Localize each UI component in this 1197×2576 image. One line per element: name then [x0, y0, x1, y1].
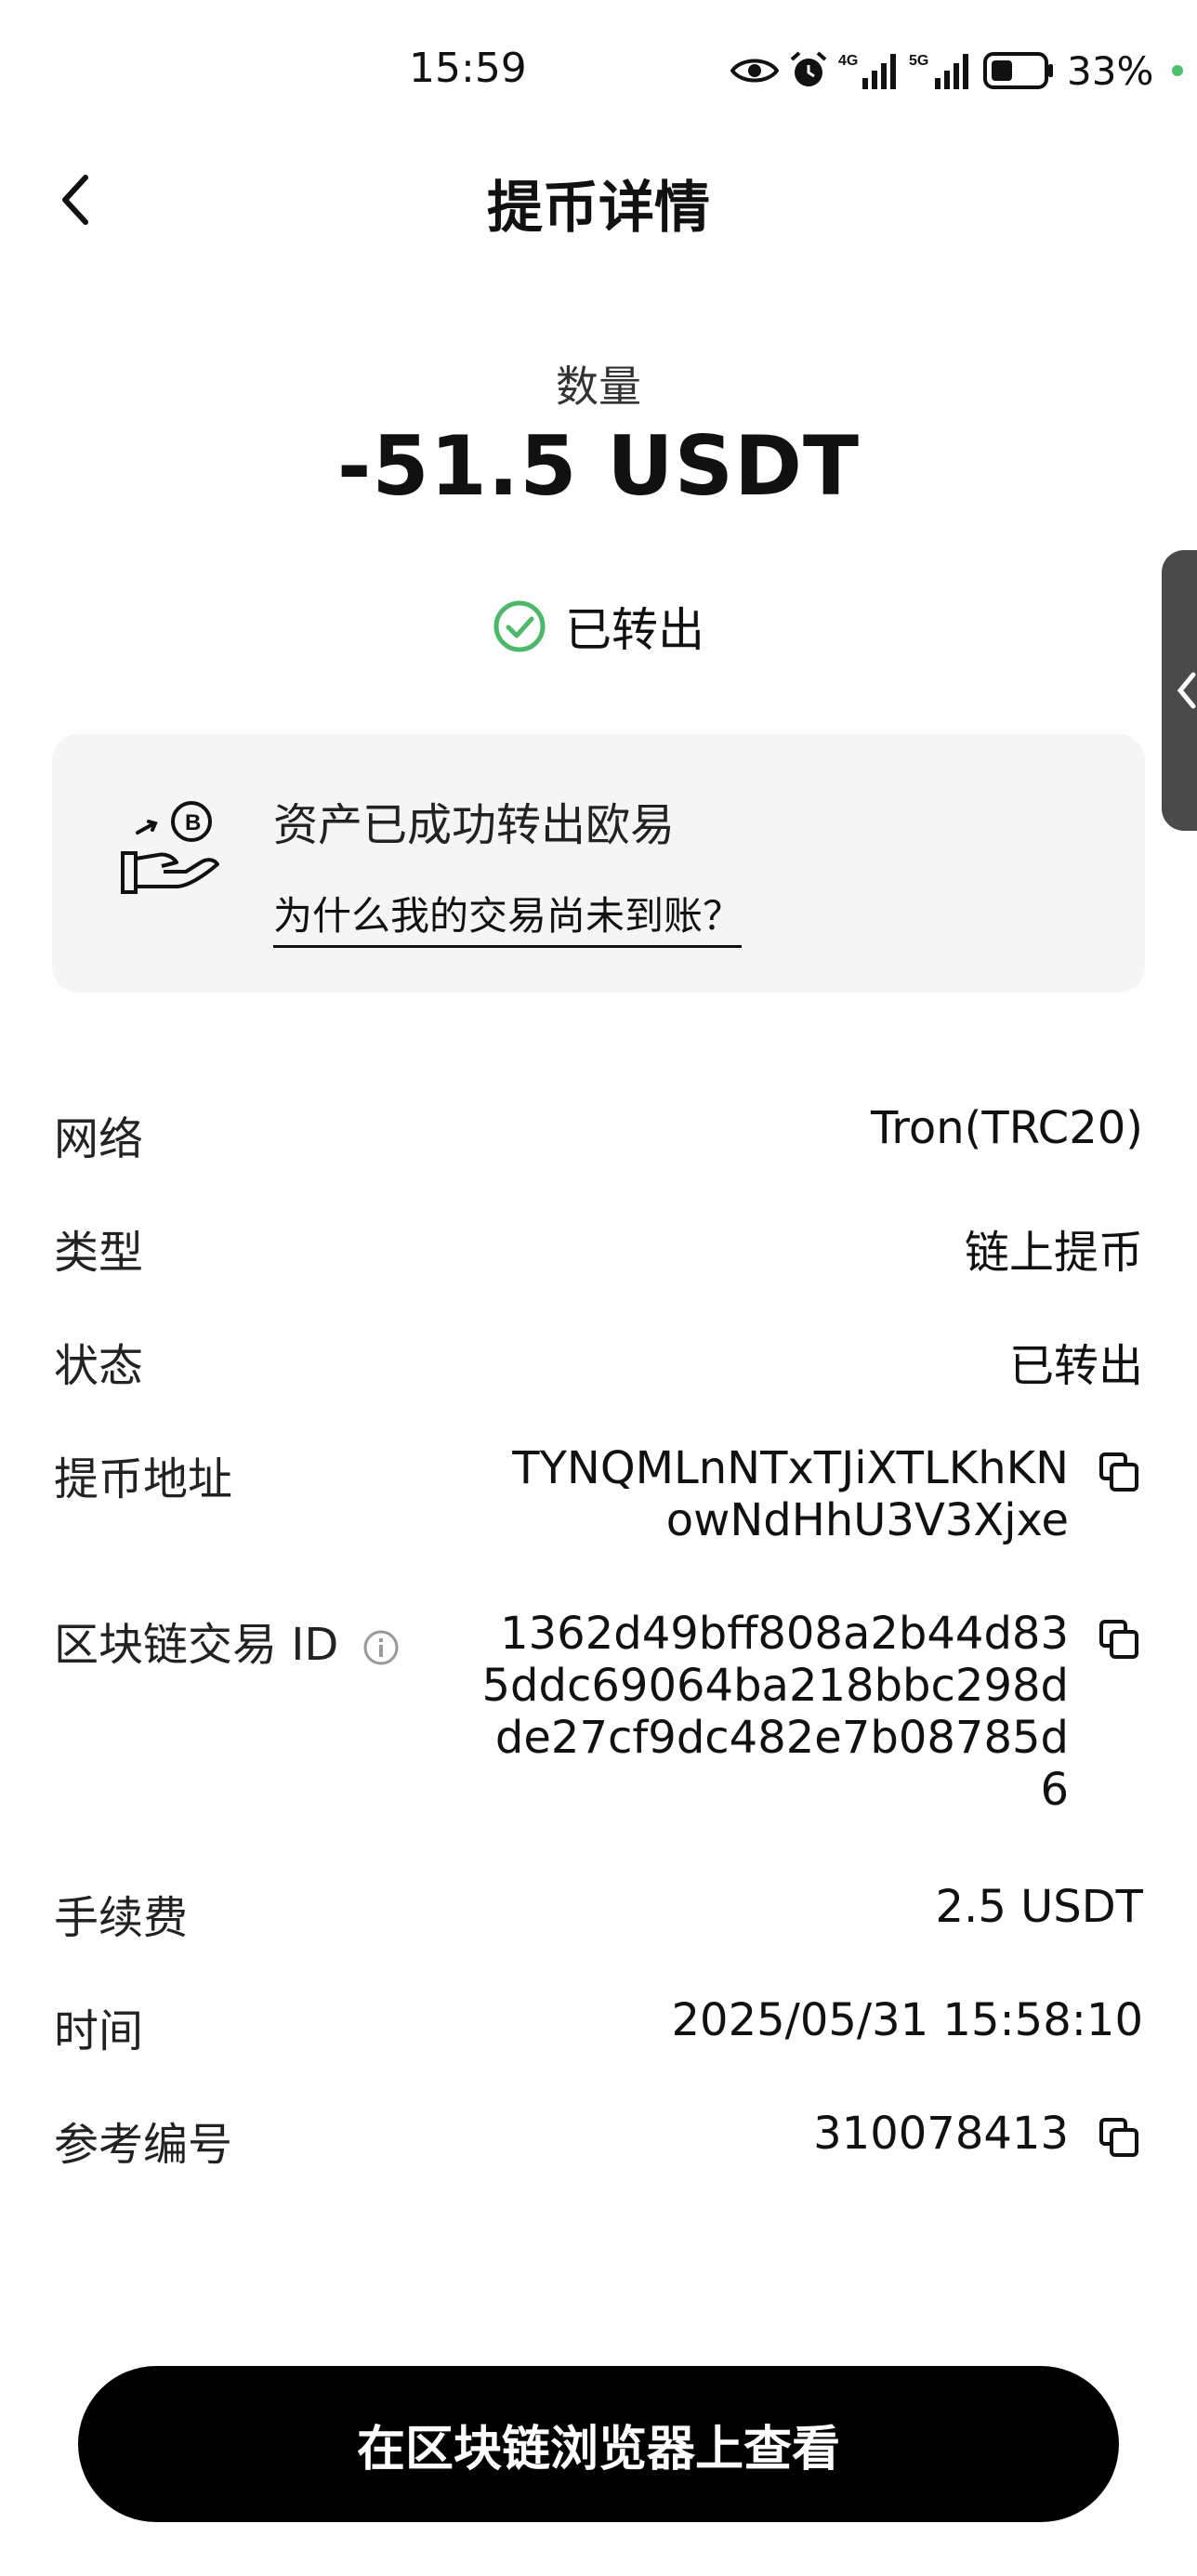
svg-text:4G: 4G: [838, 53, 858, 69]
svg-text:5G: 5G: [909, 53, 928, 69]
status-text: 已转出: [565, 603, 704, 657]
address-label: 提币地址: [54, 1453, 233, 1505]
side-drawer-handle[interactable]: [1162, 550, 1197, 831]
notice-title: 资产已成功转出欧易: [273, 799, 676, 851]
status-time: 15:59: [409, 45, 527, 92]
status-icons: 4G 5G 33%: [730, 46, 1184, 95]
ref-label: 参考编号: [54, 2119, 233, 2171]
network-value: Tron(TRC20): [870, 1102, 1143, 1154]
time-value: 2025/05/31 15:58:10: [671, 1994, 1144, 2046]
copy-address-button[interactable]: [1093, 1446, 1145, 1498]
fee-value: 2.5 USDT: [935, 1881, 1143, 1933]
network-label: 网络: [54, 1113, 144, 1165]
alarm-icon: [790, 51, 827, 86]
battery-percent: 33%: [1067, 47, 1154, 94]
signal-5g-icon: 5G: [909, 53, 968, 89]
battery-icon: [983, 52, 1053, 89]
check-circle-icon: [493, 600, 546, 652]
transfer-status: 已转出: [0, 593, 1197, 660]
txid-value: 1362d49bff808a2b44d83 5ddc69064ba218bbc2…: [482, 1608, 1069, 1816]
eye-icon: [730, 59, 779, 83]
time-label: 时间: [54, 2005, 144, 2057]
type-label: 类型: [54, 1227, 144, 1279]
fee-label: 手续费: [54, 1892, 189, 1944]
signal-4g-icon: 4G: [838, 53, 896, 89]
hand-coin-icon: B: [121, 801, 219, 894]
txid-line: de27cf9dc482e7b08785d: [494, 1712, 1069, 1764]
svg-text:B: B: [185, 810, 201, 835]
txid-line: 1362d49bff808a2b44d83: [500, 1608, 1069, 1660]
address-value: TYNQMLnNTxTJiXTLKhKN owNdHhU3V3Xjxe: [512, 1442, 1069, 1546]
ref-value: 310078413: [813, 2108, 1069, 2160]
address-line: TYNQMLnNTxTJiXTLKhKN: [512, 1442, 1069, 1494]
amount-value: -51.5 USDT: [336, 418, 861, 514]
view-on-explorer-button[interactable]: 在区块链浏览器上查看: [78, 2366, 1119, 2522]
type-value: 链上提币: [964, 1227, 1143, 1279]
state-value: 已转出: [1008, 1340, 1143, 1392]
state-label: 状态: [54, 1340, 144, 1392]
amount-label: 数量: [556, 361, 641, 412]
privacy-indicator-dot: [1172, 65, 1184, 76]
copy-ref-button[interactable]: [1093, 2111, 1145, 2163]
info-icon[interactable]: [362, 1629, 400, 1666]
copy-icon: [1099, 1452, 1138, 1492]
chevron-left-icon: [1177, 672, 1196, 709]
page-title: 提币详情: [487, 176, 710, 241]
copy-txid-button[interactable]: [1093, 1613, 1145, 1665]
why-not-arrived-link[interactable]: 为什么我的交易尚未到账？: [273, 885, 743, 948]
address-line: owNdHhU3V3Xjxe: [665, 1494, 1069, 1546]
copy-icon: [1099, 1620, 1138, 1659]
txid-label-text: 区块链交易 ID: [54, 1619, 339, 1671]
txid-line: 5ddc69064ba218bbc298d: [481, 1660, 1069, 1712]
txid-line: 6: [1040, 1764, 1069, 1816]
txid-label: 区块链交易 ID: [54, 1608, 400, 1673]
copy-icon: [1099, 2118, 1138, 2157]
